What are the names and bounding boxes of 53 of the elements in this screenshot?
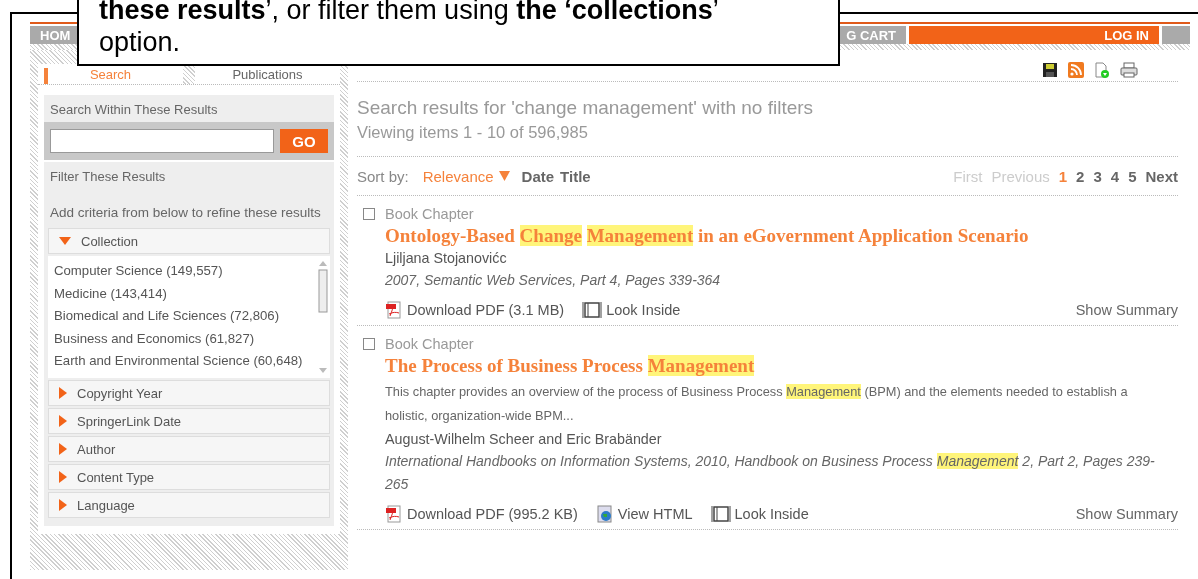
results-heading: Search results for 'change management' with no filters [357, 97, 815, 119]
document-download-icon[interactable] [1094, 61, 1110, 78]
page-link[interactable]: 2 [1076, 167, 1085, 185]
save-icon[interactable] [1042, 61, 1058, 78]
facet-header[interactable]: Language [48, 492, 330, 518]
collection-link[interactable]: Earth and Environmental Science (60,648) [54, 350, 310, 373]
result-authors: Ljiljana Stojanovićc [385, 250, 508, 266]
result-authors: August-Wilhelm Scheer and Eric Brabänder [385, 431, 663, 447]
print-icon[interactable] [1120, 61, 1138, 78]
pdf-icon [385, 505, 403, 523]
sidebar-tab[interactable]: Publications [195, 64, 340, 84]
pdf-icon [385, 301, 403, 319]
content-type: Book Chapter [385, 206, 475, 222]
sort-option[interactable]: Title [560, 167, 597, 185]
go-button[interactable]: GO [280, 129, 328, 153]
sort-option[interactable]: Date [521, 167, 561, 185]
page-link[interactable]: 3 [1093, 167, 1102, 185]
facet-header[interactable]: Content Type [48, 464, 330, 490]
book-frame-icon [710, 505, 731, 523]
result-link[interactable]: Download PDF (995.2 KB) [385, 505, 578, 523]
facet-header[interactable]: Copyright Year [48, 380, 330, 406]
result-link[interactable]: Look Inside [710, 505, 809, 523]
facet-header[interactable]: Collection [48, 228, 330, 254]
page-link[interactable]: 5 [1128, 167, 1137, 185]
search-field[interactable] [50, 129, 274, 153]
results-count: Viewing items 1 - 10 of 596,985 [357, 123, 1178, 157]
collection-link[interactable]: Business and Economics (61,827) [54, 327, 310, 351]
result-source: 2007, Semantic Web Services, Part 4, Pages 339-364 [385, 271, 722, 290]
result-checkbox[interactable] [363, 338, 375, 350]
facet-header[interactable]: Author [48, 436, 330, 462]
sort-label: Sort by: [357, 167, 409, 185]
result-link[interactable]: Download PDF (3.1 MB) [385, 301, 565, 319]
annotation-tooltip: these results’, or filter them using the ‘collections’ option. [77, 0, 840, 66]
globe-page-icon [595, 505, 614, 523]
filter-hint: Add criteria from below to refine these results [49, 204, 322, 222]
collection-link[interactable]: Medicine (143,414) [54, 282, 310, 306]
content-type: Book Chapter [385, 336, 475, 352]
result-snippet: This chapter provides an overview of the process of Business Process Management (BPM) and the elements needed to establish a holistic, organization-wide BPM... [385, 383, 1129, 425]
section-heading: Search Within These Results [44, 95, 334, 122]
nav-bar-segment [1162, 26, 1190, 44]
collection-link[interactable]: Biomedical and Life Sciences (72,806) [54, 305, 310, 328]
result-link[interactable]: Look Inside [582, 301, 681, 319]
facet-header[interactable]: SpringerLink Date [48, 408, 330, 434]
page-link[interactable]: Next [1145, 167, 1178, 185]
show-summary-link[interactable]: Show Summary [1075, 302, 1178, 318]
page-link[interactable]: 4 [1110, 167, 1120, 185]
rss-icon[interactable] [1068, 61, 1084, 78]
collection-link[interactable]: Computer Science (149,557) [54, 260, 310, 283]
result-link[interactable]: View HTML [595, 505, 693, 523]
result-checkbox[interactable] [363, 208, 375, 220]
book-frame-icon [582, 301, 603, 319]
sort-down-icon [498, 171, 510, 181]
show-summary-link[interactable]: Show Summary [1075, 506, 1178, 522]
